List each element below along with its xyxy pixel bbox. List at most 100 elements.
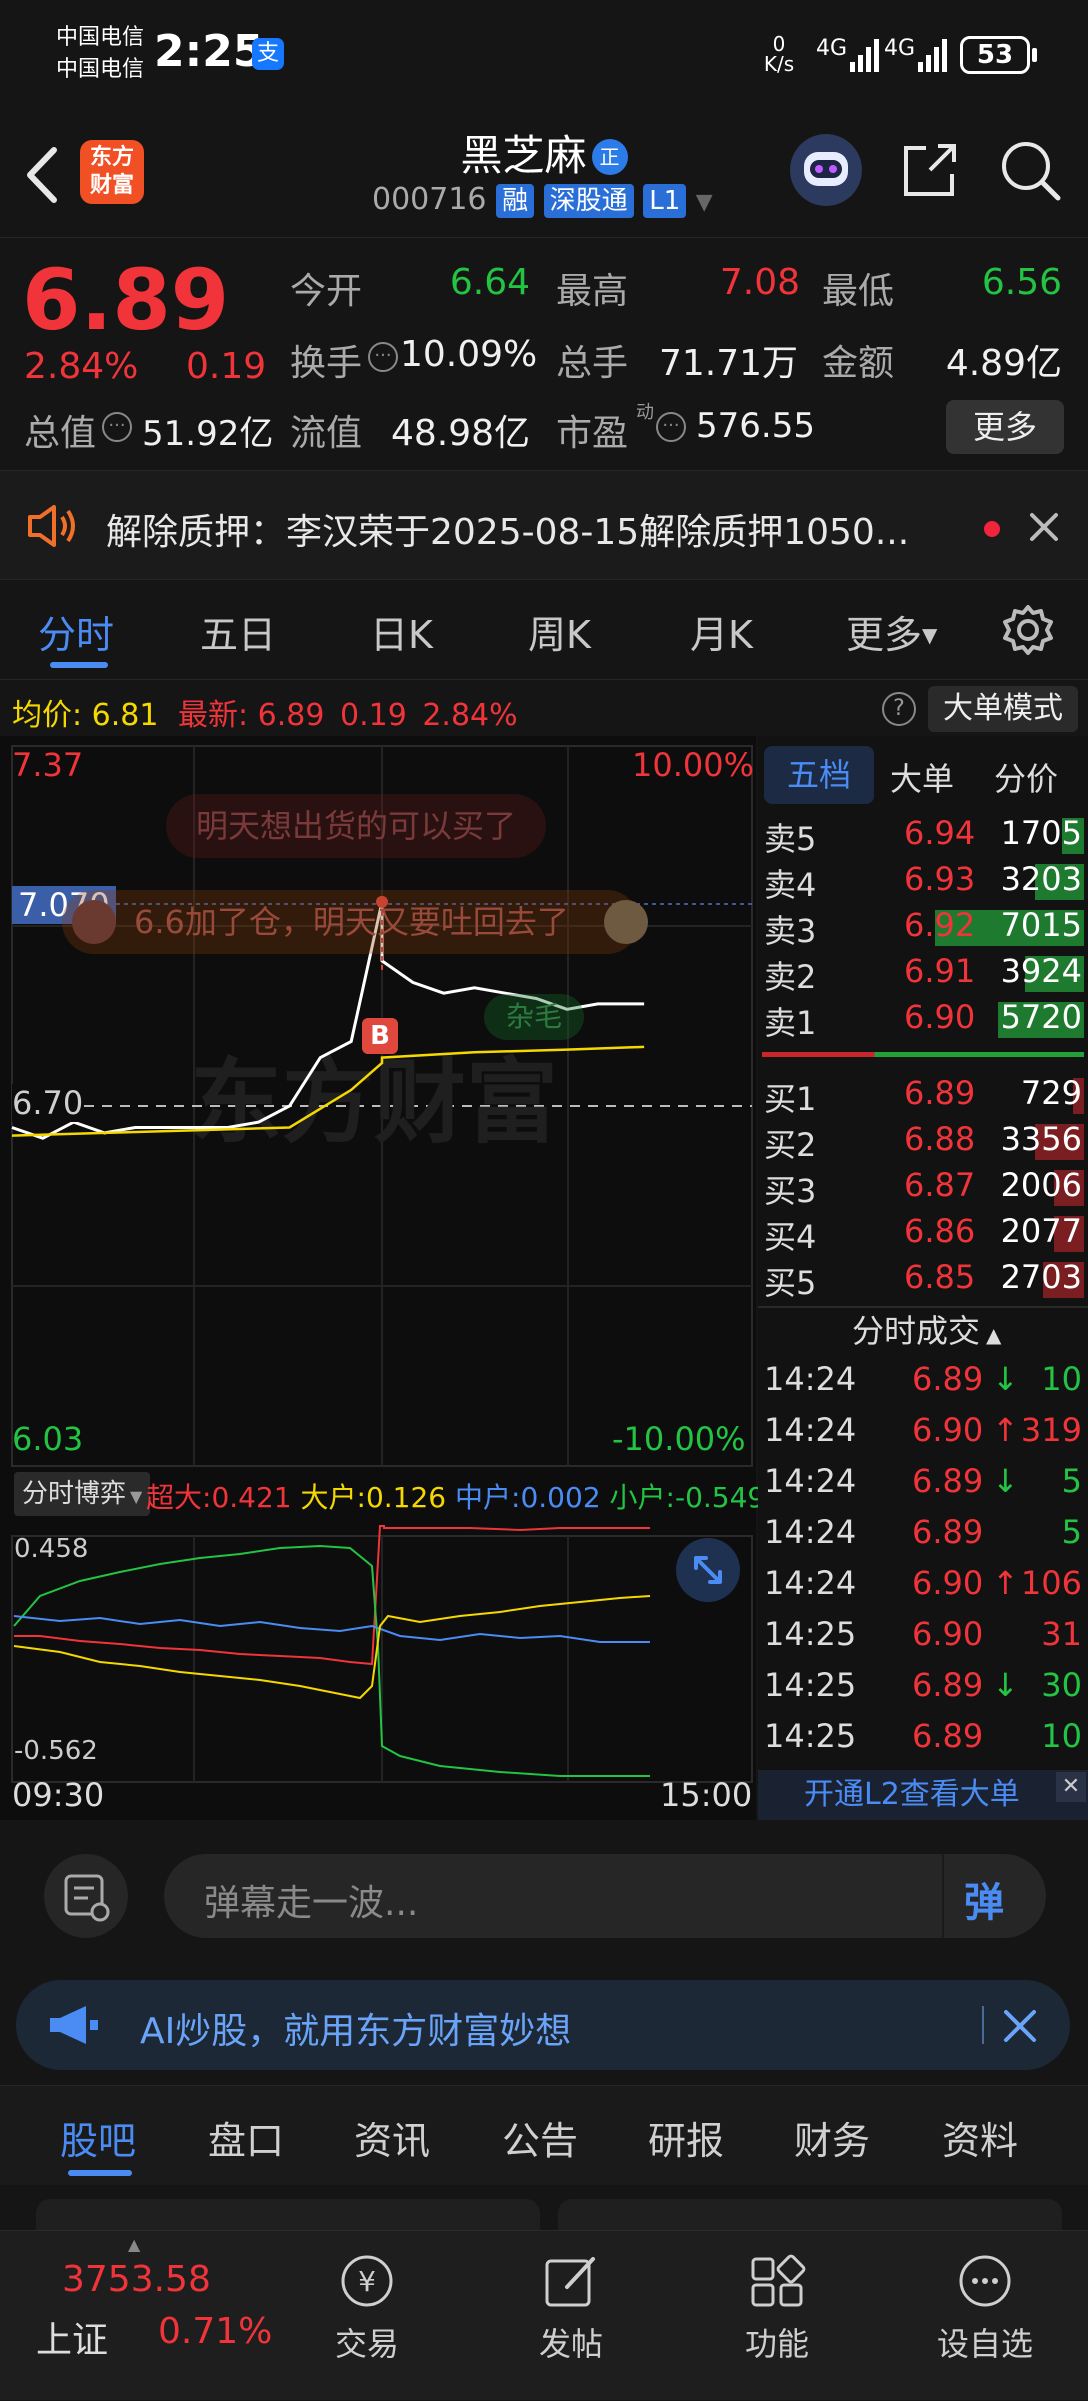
ask-label: 卖5 xyxy=(764,820,817,858)
flow-min: -0.562 xyxy=(14,1736,98,1766)
trade-time: 14:25 xyxy=(764,1717,857,1755)
bid-price: 6.89 xyxy=(904,1074,976,1112)
l2-close-icon[interactable]: ✕ xyxy=(1056,1772,1086,1802)
order-book-panel: 五档 大单 分价 卖5 6.94 1705 卖4 6.93 3203 卖3 6.92 7015 卖… xyxy=(758,736,1088,1820)
y-top-price: 7.37 xyxy=(12,746,84,784)
trades-title[interactable]: 分时成交 ▲ xyxy=(852,1306,1001,1352)
battery-tip xyxy=(1032,48,1037,62)
flow-legend: 超大:0.421 大户:0.126 中户:0.002 小户:-0.549 xyxy=(146,1476,765,1516)
trade-time: 14:24 xyxy=(764,1462,857,1500)
nav-trade[interactable]: ¥ 交易 xyxy=(292,2251,442,2365)
ask-row[interactable]: 卖3 6.92 7015 xyxy=(758,904,1088,950)
bid-row[interactable]: 买4 6.86 2077 xyxy=(758,1210,1088,1256)
danmu-send-button[interactable]: 弹 xyxy=(964,1870,1004,1928)
notice-bar[interactable]: 解除质押：李汉荣于2025-08-15解除质押1050... xyxy=(0,470,1088,580)
bottom-nav: ▲ 3753.58 上证 0.71% ¥ 交易 发帖 功能 设自选 xyxy=(0,2230,1088,2400)
turnover-info-icon[interactable]: ··· xyxy=(368,342,398,372)
carrier-1: 中国电信 xyxy=(56,25,145,50)
flow-line-small xyxy=(13,1544,650,1777)
mktcap-info-icon[interactable]: ··· xyxy=(102,412,132,442)
notice-text: 解除质押：李汉荣于2025-08-15解除质押1050... xyxy=(106,512,910,553)
tab-research[interactable]: 研报 xyxy=(648,2110,724,2165)
chart-tabs: 分时 五日 日K 周K 月K 更多▼ xyxy=(0,580,1088,680)
help-icon[interactable]: ? xyxy=(882,692,916,726)
ob-tab-price-dist[interactable]: 分价 xyxy=(994,754,1058,800)
volume-value: 71.71万 xyxy=(658,343,798,384)
tab-profile[interactable]: 资料 xyxy=(942,2110,1018,2165)
big-order-mode-button[interactable]: 大单模式 xyxy=(928,686,1078,732)
clock: 2:25 xyxy=(154,26,264,77)
tab-daily-k[interactable]: 日K xyxy=(370,604,433,659)
trade-row: 14:24 6.89 ↓ 10 xyxy=(758,1356,1088,1406)
trade-price: 6.89 xyxy=(912,1717,984,1755)
trade-price: 6.89 xyxy=(912,1462,984,1500)
tab-news[interactable]: 资讯 xyxy=(354,2110,430,2165)
robot-assistant-icon[interactable] xyxy=(790,134,862,206)
share-icon[interactable] xyxy=(900,140,960,200)
ask-price: 6.94 xyxy=(904,814,976,852)
danmu-input[interactable]: 弹幕走一波... 弹 xyxy=(164,1854,1046,1938)
tab-intraday[interactable]: 分时 xyxy=(38,604,114,659)
danmu-avatar-icon xyxy=(72,900,116,944)
ask-row[interactable]: 卖1 6.90 5720 xyxy=(758,996,1088,1042)
trade-time: 14:24 xyxy=(764,1360,857,1398)
tab-forum[interactable]: 股吧 xyxy=(60,2110,136,2165)
bid-label: 买4 xyxy=(764,1218,817,1256)
tab-finance[interactable]: 财务 xyxy=(794,2110,870,2165)
flow-small-value: -0.549 xyxy=(674,1481,766,1514)
ob-tab-five-level[interactable]: 五档 xyxy=(764,746,874,804)
tab-handicap[interactable]: 盘口 xyxy=(208,2110,284,2165)
ask-price: 6.90 xyxy=(904,998,976,1036)
trade-list: 14:24 6.89 ↓ 10 14:24 6.90 ↑ 319 14:24 6.89 ↓ 5 14:2… xyxy=(758,1356,1088,1766)
code-row: 000716 融 深股通 L1 ▼ xyxy=(372,182,713,218)
tab-monthly-k[interactable]: 月K xyxy=(690,604,753,659)
tab-weekly-k[interactable]: 周K xyxy=(528,604,591,659)
ask-row[interactable]: 卖2 6.91 3924 xyxy=(758,950,1088,996)
index-ticker[interactable]: ▲ 3753.58 上证 0.71% xyxy=(0,2231,272,2401)
net-speed-unit: K/s xyxy=(763,52,795,76)
flow-selector[interactable]: 分时博弈 ▼ xyxy=(14,1472,151,1516)
bid-row[interactable]: 买3 6.87 2006 xyxy=(758,1164,1088,1210)
bid-row[interactable]: 买5 6.85 2703 xyxy=(758,1256,1088,1302)
danmu-bubble-3[interactable]: 杂毛 xyxy=(484,994,585,1040)
nav-features[interactable]: 功能 xyxy=(702,2251,852,2365)
ob-tab-big-order[interactable]: 大单 xyxy=(890,754,954,800)
signal-1-icon xyxy=(850,39,879,72)
money-bag-icon xyxy=(604,900,648,944)
trade-price: 6.89 xyxy=(912,1360,984,1398)
bid-row[interactable]: 买1 6.89 729 xyxy=(758,1072,1088,1118)
trade-time: 14:25 xyxy=(764,1666,857,1704)
l2-upgrade-banner[interactable]: 开通L2查看大单 xyxy=(758,1770,1088,1820)
trade-volume: 5 xyxy=(1061,1513,1082,1551)
watermark: 东方财富 xyxy=(190,1049,558,1156)
tab-announcements[interactable]: 公告 xyxy=(502,2110,578,2165)
nav-post[interactable]: 发帖 xyxy=(496,2251,646,2365)
expand-icon[interactable] xyxy=(676,1538,740,1602)
alipay-icon: 支 xyxy=(252,38,284,70)
buy-marker[interactable]: B xyxy=(362,1018,398,1054)
danmu-bubble-2[interactable]: 6.6加了仓，明天又要吐回去了 xyxy=(62,890,639,954)
tab-five-day[interactable]: 五日 xyxy=(200,604,276,659)
close-icon[interactable] xyxy=(1028,511,1060,543)
tab-more[interactable]: 更多▼ xyxy=(846,604,937,659)
float-value: 48.98亿 xyxy=(390,413,530,454)
ask-volume: 3203 xyxy=(1000,860,1082,898)
intraday-chart[interactable]: 东方财富 7.37 10.00% 7.070 6.70 6.03 -10.00%… xyxy=(0,736,765,1820)
more-button[interactable]: 更多 xyxy=(946,400,1064,454)
danmu-list-icon[interactable] xyxy=(44,1854,128,1938)
search-icon[interactable] xyxy=(998,138,1062,202)
trade-volume: 319 xyxy=(1020,1411,1082,1449)
dropdown-caret-icon[interactable]: ▼ xyxy=(696,190,713,215)
ai-banner-close-icon[interactable] xyxy=(1002,2008,1038,2044)
ask-row[interactable]: 卖4 6.93 3203 xyxy=(758,858,1088,904)
settings-gear-icon[interactable] xyxy=(1002,604,1054,656)
tab-more-label: 更多 xyxy=(846,613,923,657)
pe-info-icon[interactable]: ··· xyxy=(656,412,686,442)
flow-selector-label: 分时博弈 xyxy=(22,1479,127,1509)
ai-banner[interactable]: AI炒股，就用东方财富妙想 xyxy=(16,1980,1070,2070)
ask-row[interactable]: 卖5 6.94 1705 xyxy=(758,812,1088,858)
nav-add-watchlist[interactable]: 设自选 xyxy=(910,2251,1060,2365)
bid-row[interactable]: 买2 6.88 3356 xyxy=(758,1118,1088,1164)
danmu-bubble-1[interactable]: 明天想出货的可以买了 xyxy=(166,794,547,858)
bid-price: 6.87 xyxy=(904,1166,976,1204)
